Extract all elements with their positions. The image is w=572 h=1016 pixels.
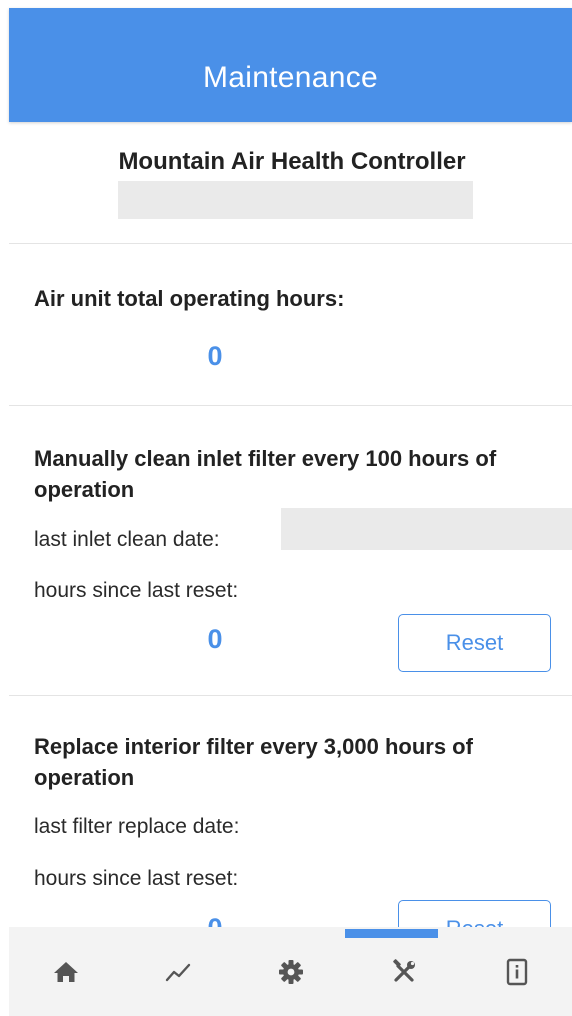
interior-hours-label: hours since last reset:	[34, 867, 239, 890]
inlet-reset-button[interactable]: Reset	[398, 614, 551, 672]
interior-last-replace-label: last filter replace date:	[34, 815, 240, 838]
info-icon	[506, 958, 528, 986]
operating-hours-value: 0	[207, 341, 223, 371]
interior-hours-value: 0	[195, 913, 235, 927]
interior-filter-title: Replace interior filter every 3,000 hour…	[34, 734, 473, 790]
app-screen: Maintenance Mountain Air Health Controll…	[0, 0, 572, 1016]
inlet-filter-title: Manually clean inlet filter every 100 ho…	[34, 446, 497, 502]
interior-filter-section: Replace interior filter every 3,000 hour…	[9, 695, 572, 927]
tools-icon	[393, 959, 415, 982]
interior-reset-button[interactable]: Reset	[398, 900, 551, 927]
home-icon	[54, 962, 78, 982]
maintenance-content[interactable]: Mountain Air Health Controller Air unit …	[9, 122, 572, 927]
tab-info[interactable]	[493, 948, 541, 996]
operating-hours-title: Air unit total operating hours:	[34, 286, 345, 311]
inlet-last-clean-value	[281, 508, 572, 550]
tab-home[interactable]	[42, 948, 90, 996]
tab-charts[interactable]	[154, 948, 202, 996]
inlet-hours-value: 0	[207, 624, 223, 654]
tab-maintenance[interactable]	[380, 948, 428, 996]
tab-settings[interactable]	[267, 948, 315, 996]
bottom-tab-bar	[9, 927, 572, 1016]
chart-line-icon	[165, 963, 191, 982]
operating-hours-section: Air unit total operating hours: 0	[9, 243, 572, 406]
page-title: Maintenance	[202, 61, 379, 94]
gear-icon	[279, 960, 303, 984]
inlet-hours-label: hours since last reset:	[34, 579, 239, 602]
inlet-filter-section: Manually clean inlet filter every 100 ho…	[9, 405, 572, 696]
device-info-section: Mountain Air Health Controller	[9, 122, 572, 244]
device-name: Mountain Air Health Controller	[118, 148, 466, 175]
app-header: Maintenance	[9, 8, 572, 122]
device-id-field	[118, 181, 473, 219]
inlet-last-clean-label: last inlet clean date:	[34, 528, 220, 551]
scroll-indicator	[345, 929, 438, 938]
